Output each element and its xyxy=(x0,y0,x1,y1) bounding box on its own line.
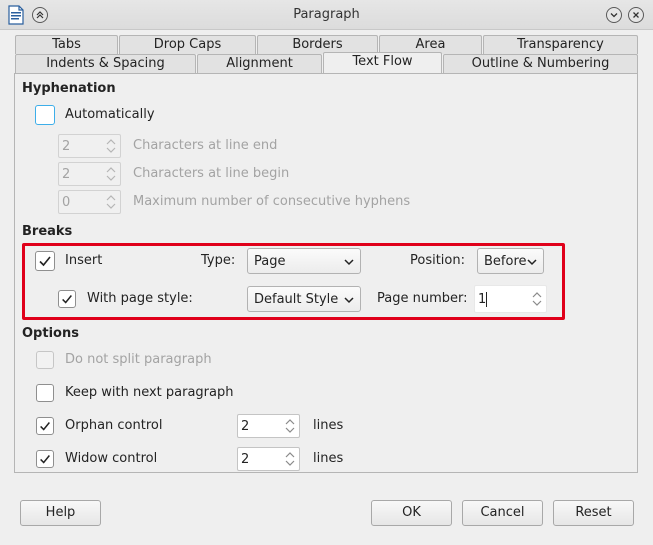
automatically-label: Automatically xyxy=(65,107,155,122)
orphan-lines-spinbox[interactable]: 2 xyxy=(237,414,300,438)
do-not-split-checkbox[interactable] xyxy=(36,351,54,369)
orphan-control-label: Orphan control xyxy=(65,418,163,433)
options-heading: Options xyxy=(22,326,79,341)
insert-checkbox[interactable] xyxy=(35,251,55,271)
with-page-style-label: With page style: xyxy=(87,291,193,306)
breaks-heading: Breaks xyxy=(22,224,73,239)
close-icon xyxy=(633,12,639,18)
window-title: Paragraph xyxy=(293,7,360,22)
hyphenation-heading: Hyphenation xyxy=(22,81,116,96)
max-hyphens-label: Maximum number of consecutive hyphens xyxy=(133,194,411,209)
orphan-lines-value: 2 xyxy=(241,419,250,434)
tab-outline-numbering[interactable]: Outline & Numbering xyxy=(443,54,638,73)
page-number-label: Page number: xyxy=(377,291,468,306)
spin-arrows-icon xyxy=(285,419,295,433)
tab-drop-caps[interactable]: Drop Caps xyxy=(119,35,256,54)
page-style-combobox[interactable]: Default Style xyxy=(247,286,361,312)
tab-tabs[interactable]: Tabs xyxy=(15,35,118,54)
chars-line-end-spinbox[interactable]: 2 xyxy=(58,134,121,158)
tab-transparency[interactable]: Transparency xyxy=(483,35,638,54)
keep-with-next-label: Keep with next paragraph xyxy=(65,385,234,400)
chevron-down-icon xyxy=(527,259,537,266)
checkmark-icon xyxy=(62,295,72,304)
chevron-down-icon xyxy=(610,13,618,18)
widow-lines-unit: lines xyxy=(313,451,344,466)
do-not-split-label: Do not split paragraph xyxy=(65,352,212,367)
chars-line-end-value: 2 xyxy=(62,139,71,154)
chevron-down-icon xyxy=(344,259,354,266)
close-button[interactable] xyxy=(628,7,644,23)
position-label: Position: xyxy=(410,253,465,268)
reset-button[interactable]: Reset xyxy=(553,500,634,526)
page-style-value: Default Style xyxy=(254,292,339,307)
tab-alignment[interactable]: Alignment xyxy=(197,54,322,73)
chars-line-begin-label: Characters at line begin xyxy=(133,166,290,181)
break-type-combobox[interactable]: Page xyxy=(247,248,361,274)
widow-lines-spinbox[interactable]: 2 xyxy=(237,447,300,471)
checkmark-icon xyxy=(40,422,50,431)
chars-line-begin-value: 2 xyxy=(62,167,71,182)
type-label: Type: xyxy=(201,253,236,268)
spin-arrows-icon xyxy=(106,195,116,209)
text-cursor xyxy=(486,292,487,307)
max-hyphens-spinbox[interactable]: 0 xyxy=(58,190,121,214)
with-page-style-checkbox[interactable] xyxy=(58,290,76,308)
widow-control-checkbox[interactable] xyxy=(36,450,54,468)
tab-text-flow[interactable]: Text Flow xyxy=(323,52,442,73)
insert-label: Insert xyxy=(65,253,103,268)
spin-arrows-icon xyxy=(532,292,542,306)
orphan-control-checkbox[interactable] xyxy=(36,417,54,435)
orphan-lines-unit: lines xyxy=(313,418,344,433)
break-position-value: Before xyxy=(484,254,527,269)
ok-button[interactable]: OK xyxy=(371,500,452,526)
title-bar: Paragraph xyxy=(0,0,653,30)
automatically-checkbox[interactable] xyxy=(35,105,55,125)
minimize-button[interactable] xyxy=(606,7,622,23)
tab-indents-spacing[interactable]: Indents & Spacing xyxy=(15,54,196,73)
help-button[interactable]: Help xyxy=(20,500,101,526)
spin-arrows-icon xyxy=(106,139,116,153)
break-type-value: Page xyxy=(254,254,286,269)
spin-arrows-icon xyxy=(285,452,295,466)
chevron-down-icon xyxy=(344,297,354,304)
max-hyphens-value: 0 xyxy=(62,195,71,210)
spin-arrows-icon xyxy=(106,167,116,181)
checkmark-icon xyxy=(39,256,51,267)
cancel-button[interactable]: Cancel xyxy=(462,500,543,526)
checkmark-icon xyxy=(40,455,50,464)
keep-with-next-checkbox[interactable] xyxy=(36,384,54,402)
chars-line-end-label: Characters at line end xyxy=(133,138,278,153)
break-position-combobox[interactable]: Before xyxy=(477,248,544,274)
widow-control-label: Widow control xyxy=(65,451,158,466)
chars-line-begin-spinbox[interactable]: 2 xyxy=(58,162,121,186)
page-number-spinbox[interactable]: 1 xyxy=(474,285,547,313)
widow-lines-value: 2 xyxy=(241,452,250,467)
